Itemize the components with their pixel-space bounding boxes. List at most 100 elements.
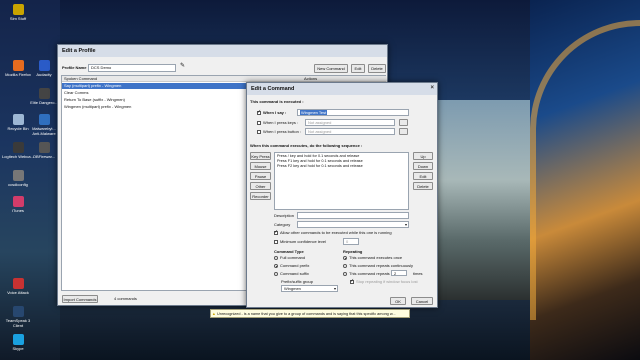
desktop-icon[interactable]: Audacity: [28, 60, 60, 77]
desktop-app-icon: [12, 306, 24, 317]
when-i-say-checkbox[interactable]: [257, 109, 261, 115]
when-button-checkbox[interactable]: [257, 130, 261, 134]
desktop-app-icon: [38, 60, 50, 71]
ok-button[interactable]: OK: [390, 297, 406, 305]
prefix-group-label: Prefix/suffix group: [281, 279, 313, 284]
desktop-icon-label: Voice Attack: [7, 290, 29, 295]
sequence-action-button[interactable]: Other: [250, 182, 271, 190]
when-i-say-label: When I say :: [263, 110, 287, 115]
command-type-label: Command Type: [274, 249, 304, 254]
repeat-option-label: This command repeats continuously: [349, 263, 414, 268]
sequence-list[interactable]: Press / key and hold for 0.1 seconds and…: [274, 152, 409, 210]
allow-checkbox[interactable]: [274, 229, 278, 235]
repeat-radio[interactable]: [343, 264, 347, 268]
desktop-icon-label: Audacity: [36, 72, 52, 77]
profile-name-label: Profile Name :: [62, 65, 89, 70]
desktop-app-icon: [12, 196, 24, 207]
sequence-action-button[interactable]: Pause: [250, 172, 271, 180]
help-tooltip: ▲ Unrecognized - is a name that you give…: [210, 309, 410, 318]
sequence-row[interactable]: Press F1 key and hold for 0.1 seconds an…: [277, 159, 363, 164]
when-i-say-value: Wingmen Test: [300, 110, 328, 115]
edit-command-title: Edit a Command: [251, 86, 295, 92]
desktop-icon[interactable]: Elite Dangero...: [28, 88, 60, 105]
desktop-icon-label: Elite Dangero...: [30, 100, 58, 105]
command-type-radio[interactable]: [274, 256, 278, 260]
prefix-group-dropdown[interactable]: Wingmen ▾: [281, 285, 338, 292]
sequence-label: When this command executes, do the follo…: [250, 143, 363, 148]
profile-edit-icon[interactable]: ✎: [180, 63, 185, 69]
desktop-icon[interactable]: iTunes: [2, 196, 34, 213]
min-conf-checkbox[interactable]: [274, 240, 278, 244]
repeat-option-label: This command repeats: [349, 271, 390, 276]
sequence-edit-button[interactable]: Down: [413, 162, 433, 170]
cancel-button[interactable]: Cancel: [411, 297, 433, 305]
desktop-app-icon: [12, 60, 24, 71]
desktop-icon-label: Skype: [12, 346, 24, 351]
repeat-count-field[interactable]: 2: [391, 270, 407, 276]
chevron-down-icon: ▾: [404, 222, 407, 227]
edit-button[interactable]: Edit: [351, 64, 365, 73]
desktop-icon-label: Sim Stuff: [9, 16, 27, 21]
when-keys-checkbox[interactable]: [257, 121, 261, 125]
desktop-app-icon: [38, 88, 50, 99]
repeat-radio[interactable]: [343, 256, 347, 260]
new-command-button[interactable]: New Command: [314, 64, 348, 73]
prefix-group-value: Wingmen: [284, 286, 301, 291]
stop-checkbox[interactable]: [350, 278, 354, 284]
command-type-option-label: Command suffix: [280, 271, 309, 276]
desktop-wallpaper-haze: [436, 100, 532, 300]
allow-label: Allow other commands to be executed whil…: [280, 230, 392, 235]
command-type-radio[interactable]: [274, 264, 278, 268]
desktop-icon[interactable]: Malwarebyt... Anti-Malware: [28, 114, 60, 136]
desktop-icon[interactable]: Sim Stuff: [2, 4, 34, 21]
min-conf-label: Minimum confidence level: [280, 239, 327, 244]
desktop-icon-label: ccsdiconfig: [8, 182, 28, 187]
desktop-icon-label: iTunes: [12, 208, 24, 213]
when-button-label: When I press button :: [263, 129, 302, 134]
profile-name-field[interactable]: DCS Demo: [88, 64, 176, 72]
min-conf-field[interactable]: 0: [343, 238, 359, 245]
sequence-action-button[interactable]: Key Press: [250, 152, 271, 160]
when-i-say-field[interactable]: Wingmen Test: [297, 109, 409, 116]
sequence-edit-button[interactable]: Up: [413, 152, 433, 160]
desktop-app-icon: [12, 278, 24, 289]
import-commands-button[interactable]: Import Commands: [62, 295, 98, 303]
category-label: Category: [274, 222, 291, 227]
when-button-browse-button[interactable]: [399, 128, 408, 135]
desktop-icon[interactable]: Voice Attack: [2, 278, 34, 295]
edit-profile-title: Edit a Profile: [62, 48, 96, 54]
repeat-option-label: This command executes once: [349, 255, 403, 260]
desktop-app-icon: [12, 4, 24, 15]
desktop-app-icon: [12, 170, 24, 181]
desktop-icon[interactable]: TeamSpeak 3 Client: [2, 306, 34, 328]
edit-profile-titlebar: Edit a Profile: [58, 45, 387, 57]
sequence-action-button[interactable]: Mouse: [250, 162, 271, 170]
desktop-icon[interactable]: Skype: [2, 334, 34, 351]
desktop-icon-label: TeamSpeak 3 Client: [5, 318, 31, 328]
sequence-edit-button[interactable]: Edit: [413, 172, 433, 180]
desktop-icon[interactable]: ccsdiconfig: [2, 170, 34, 187]
when-keys-field[interactable]: Not assigned: [305, 119, 395, 126]
desktop-app-icon: [12, 142, 24, 153]
sequence-edit-button[interactable]: Delete: [413, 182, 433, 190]
when-button-field[interactable]: Not assigned: [305, 128, 395, 135]
chevron-down-icon: ▾: [333, 286, 336, 291]
description-field[interactable]: [297, 212, 409, 219]
sequence-action-button[interactable]: Recorder: [250, 192, 271, 200]
sequence-row[interactable]: Press F2 key and hold for 0.1 seconds an…: [277, 164, 363, 169]
sequence-row[interactable]: Press / key and hold for 0.1 seconds and…: [277, 154, 359, 159]
stop-label: Stop repeating if window focus lost: [356, 279, 418, 284]
delete-button[interactable]: Delete: [368, 64, 386, 73]
desktop-app-icon: [38, 114, 50, 125]
close-icon[interactable]: ×: [430, 85, 434, 91]
command-type-radio[interactable]: [274, 272, 278, 276]
desktop-app-icon: [12, 114, 24, 125]
when-keys-browse-button[interactable]: [399, 119, 408, 126]
repeat-radio[interactable]: [343, 272, 347, 276]
desktop-app-icon: [12, 334, 24, 345]
repeating-label: Repeating: [343, 249, 363, 254]
desktop-icon[interactable]: OBFirewar...: [28, 142, 60, 159]
executed-label: This command is executed :: [250, 99, 304, 104]
times-label: times: [413, 271, 423, 276]
category-dropdown[interactable]: ▾: [297, 221, 409, 228]
